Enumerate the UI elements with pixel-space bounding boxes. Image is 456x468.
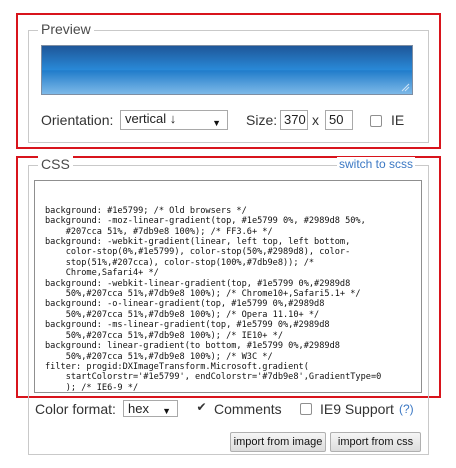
code-line: background: linear-gradient(to bottom, #… [45, 341, 340, 352]
orientation-value: vertical ↓ [125, 111, 177, 126]
size-separator: x [312, 112, 319, 128]
comments-checkbox[interactable]: ✔ [195, 401, 208, 415]
color-format-select[interactable]: hex ▼ [123, 400, 178, 417]
code-line: 50%,#207cca 51%,#7db9e8 100%); /* Chrome… [45, 289, 361, 300]
resize-handle-icon[interactable] [400, 82, 410, 92]
orientation-select[interactable]: vertical ↓ ▼ [120, 110, 228, 130]
code-line: background: -o-linear-gradient(top, #1e5… [45, 299, 325, 310]
ie9-help-link[interactable]: (?) [399, 402, 414, 416]
import-from-image-button[interactable]: import from image [230, 432, 326, 452]
color-format-value: hex [128, 401, 149, 416]
code-line: color-stop(0%,#1e5799), color-stop(50%,#… [45, 247, 351, 258]
code-line: 50%,#207cca 51%,#7db9e8 100%); /* IE10+ … [45, 330, 283, 341]
code-line: background: -moz-linear-gradient(top, #1… [45, 216, 366, 227]
code-line: 50%,#207cca 51%,#7db9e8 100%); /* W3C */ [45, 351, 273, 362]
ie-checkbox[interactable] [370, 115, 382, 127]
code-line: ); /* IE6-9 */ [45, 382, 139, 393]
code-line: background: -webkit-gradient(linear, lef… [45, 237, 351, 248]
size-label: Size: [246, 112, 278, 128]
height-input[interactable]: 50 [325, 110, 353, 130]
css-legend: CSS [38, 156, 73, 172]
preview-legend: Preview [38, 21, 94, 37]
code-line: startColorstr='#1e5799', endColorstr='#7… [45, 372, 382, 383]
import-from-css-button[interactable]: import from css [330, 432, 421, 452]
gradient-preview [41, 45, 413, 95]
code-lines: background: #1e5799; /* Old browsers */b… [45, 205, 421, 393]
code-line: filter: progid:DXImageTransform.Microsof… [45, 361, 309, 372]
width-input[interactable]: 370 [280, 110, 308, 130]
ie9-support-label: IE9 Support [320, 401, 394, 417]
orientation-label: Orientation: [41, 112, 114, 128]
code-line: background: -ms-linear-gradient(top, #1e… [45, 320, 330, 331]
code-line: Chrome,Safari4+ */ [45, 268, 159, 279]
css-code-output[interactable]: background: #1e5799; /* Old browsers */b… [34, 180, 422, 393]
switch-to-scss-link[interactable]: switch to scss [337, 157, 416, 171]
chevron-down-icon: ▼ [212, 118, 221, 128]
code-line: 50%,#207cca 51%,#7db9e8 100%); /* Opera … [45, 309, 320, 320]
code-line: #207cca 51%, #7db9e8 100%); /* FF3.6+ */ [45, 226, 273, 237]
code-line: background: -webkit-linear-gradient(top,… [45, 278, 351, 289]
comments-label: Comments [214, 401, 282, 417]
ie9-support-checkbox[interactable] [300, 403, 312, 415]
ie-label: IE [391, 112, 405, 128]
code-line: stop(51%,#207cca), color-stop(100%,#7db9… [45, 257, 315, 268]
code-line: background: #1e5799; /* Old browsers */ [45, 205, 247, 216]
chevron-down-icon: ▼ [162, 406, 171, 416]
color-format-label: Color format: [35, 401, 116, 417]
